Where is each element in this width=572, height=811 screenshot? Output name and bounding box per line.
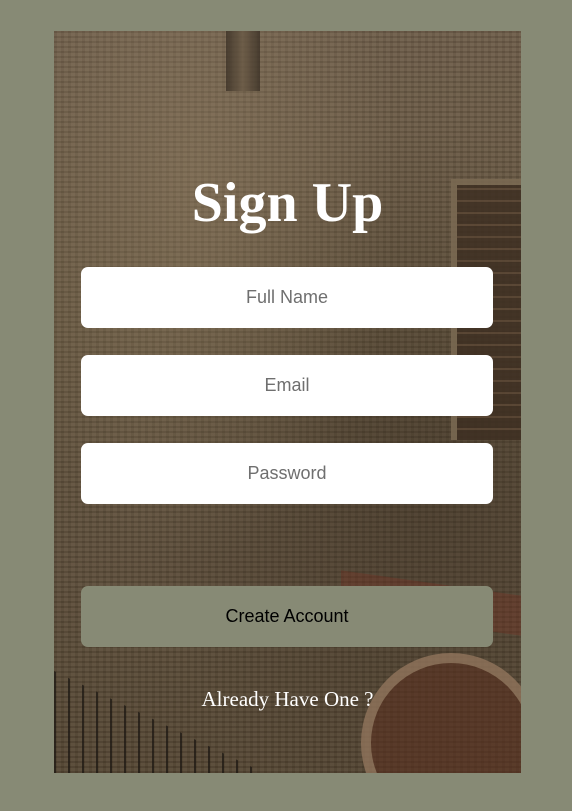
full-name-input[interactable] [81, 267, 493, 328]
background-arch [361, 653, 521, 773]
password-input[interactable] [81, 443, 493, 504]
background-wall-fixture [226, 31, 260, 91]
email-input[interactable] [81, 355, 493, 416]
create-account-button[interactable]: Create Account [81, 586, 493, 647]
signup-card: Sign Up Create Account Already Have One … [54, 31, 521, 773]
login-link[interactable]: Already Have One ? [54, 687, 521, 712]
page-title: Sign Up [191, 172, 384, 234]
